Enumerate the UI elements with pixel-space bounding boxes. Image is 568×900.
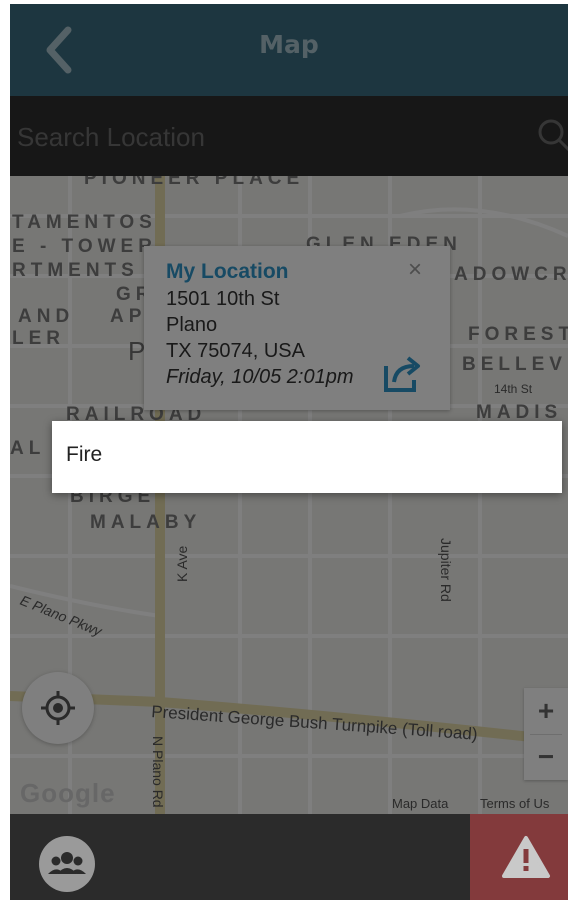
modal-overlay-bottom xyxy=(10,814,568,900)
modal-overlay[interactable] xyxy=(10,4,568,814)
alert-type-menu: Fire xyxy=(52,421,562,493)
app-window: Map xyxy=(10,4,568,900)
menu-item-fire[interactable]: Fire xyxy=(66,443,102,467)
